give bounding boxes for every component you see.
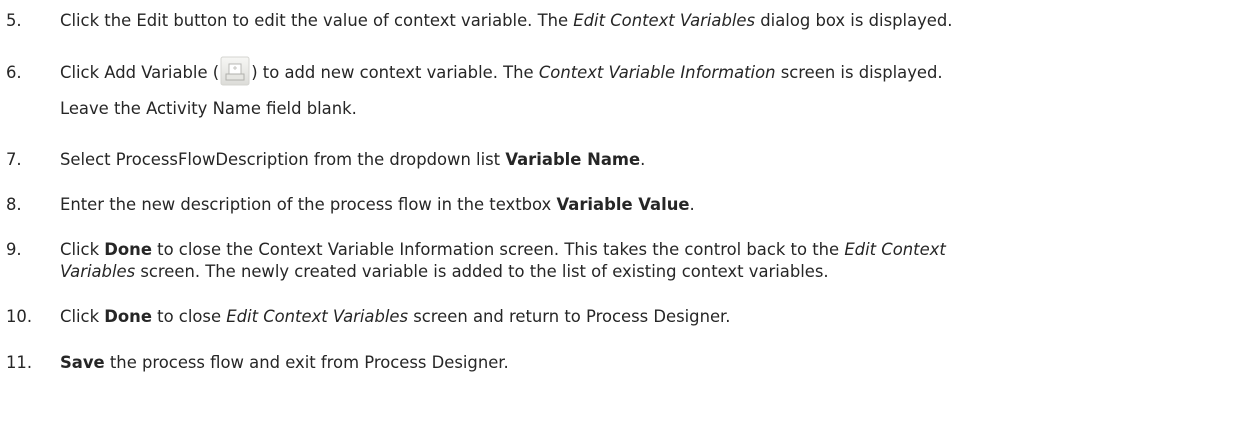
step-text: Save the process flow and exit from Proc… [60,350,509,376]
step-text: Click Add Variable ( ) to add new contex… [60,56,943,86]
step-text-segment: Click [60,240,105,259]
dialog-name: Edit Context Variables [573,11,756,30]
step-text-segment: Enter the new description of the process… [60,195,557,214]
step-continuation: Variables screen. The newly created vari… [60,259,829,285]
step-number: 11. [6,353,33,372]
step-text-segment: Click [60,307,105,326]
step-text-segment: to close [151,307,227,326]
step-number: 9. [6,240,22,259]
screen-name: Edit Context [844,240,946,259]
field-name: Variable Value [556,195,690,214]
button-name: Done [104,240,152,259]
step-text-segment: Select ProcessFlowDescription from the d… [60,150,506,169]
step-number: 5. [6,11,22,30]
step-text-segment: the process flow and exit from Process D… [104,353,509,372]
step-text: Enter the new description of the process… [60,192,695,218]
step-text-segment: screen. The newly created variable is ad… [135,262,829,281]
step-text-segment: Click Add Variable ( [60,63,220,82]
step-text: Select ProcessFlowDescription from the d… [60,147,645,173]
screen-name: Variables [60,262,136,281]
step-number: 7. [6,150,22,169]
step-text: Click Done to close Edit Context Variabl… [60,304,731,330]
action-name: Save [60,353,105,372]
step-text-segment: ) to add new context variable. The [251,63,539,82]
step-number: 10. [6,307,33,326]
step-continuation: Leave the Activity Name field blank. [60,99,357,118]
step-text-segment: . [689,195,695,214]
step-text-segment: dialog box is displayed. [755,11,953,30]
button-name: Done [104,307,152,326]
step-text-segment: to close the Context Variable Informatio… [151,240,845,259]
step-number: 6. [6,63,22,82]
step-text-segment: screen and return to Process Designer. [408,307,731,326]
step-text-segment: screen is displayed. [775,63,943,82]
step-text-segment: . [640,150,646,169]
step-number: 8. [6,195,22,214]
screen-name: Edit Context Variables [226,307,409,326]
add-variable-icon[interactable] [220,56,250,86]
step-text: Click the Edit button to edit the value … [60,8,953,34]
field-name: Variable Name [505,150,641,169]
screen-name: Context Variable Information [538,63,776,82]
step-text-segment: Click the Edit button to edit the value … [60,11,574,30]
